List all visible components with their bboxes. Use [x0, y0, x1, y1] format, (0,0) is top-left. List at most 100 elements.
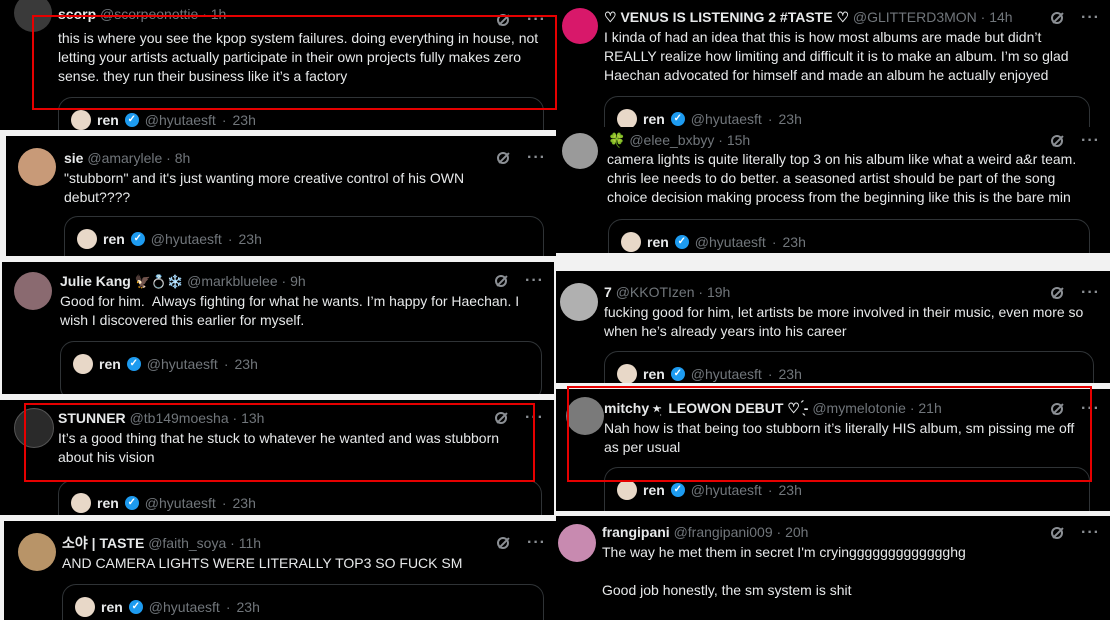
more-options-icon[interactable]: ··· — [1081, 525, 1100, 541]
grok-icon[interactable] — [1051, 287, 1064, 299]
tweet-time[interactable]: 21h — [918, 400, 941, 416]
quote-avatar — [71, 110, 91, 130]
grok-icon[interactable] — [497, 14, 510, 26]
tweet-card[interactable]: frangipani @frangipani009 · 20h ··· The … — [556, 516, 1110, 620]
quote-avatar — [71, 493, 91, 513]
avatar[interactable] — [14, 272, 52, 310]
avatar[interactable] — [14, 0, 52, 32]
quoted-tweet[interactable]: ren ✓ @hyutaesft · 23h — [60, 341, 542, 394]
tweet-card[interactable]: scorp @scorpeonottie · 1h ··· this is wh… — [0, 0, 556, 130]
quoted-tweet[interactable]: ren ✓ @hyutaesft · 23h — [604, 96, 1090, 127]
more-options-icon[interactable]: ··· — [1081, 133, 1100, 149]
tweet-time[interactable]: 11h — [239, 535, 261, 551]
more-options-icon[interactable]: ··· — [1081, 401, 1100, 417]
author-name[interactable]: STUNNER — [58, 410, 126, 426]
grok-icon[interactable] — [1051, 12, 1064, 24]
verified-badge-icon: ✓ — [126, 357, 141, 371]
quoted-tweet[interactable]: ren ✓ @hyutaesft · 23h — [64, 216, 544, 256]
tweet-card[interactable]: ♡ VENUS IS LISTENING 2 #TASTE ♡ @GLITTER… — [556, 0, 1110, 127]
tweet-card[interactable]: STUNNER @tb149moesha · 13h ··· It’s a go… — [0, 400, 554, 515]
author-name[interactable]: Julie Kang — [60, 273, 131, 289]
author-handle[interactable]: @GLITTERD3MON — [853, 9, 977, 25]
verified-badge-icon: ✓ — [670, 112, 685, 126]
tweet-text: I kinda of had an idea that this is how … — [604, 29, 1073, 83]
tweet-time[interactable]: 9h — [290, 273, 306, 289]
tweet-time[interactable]: 15h — [727, 132, 750, 148]
more-options-icon[interactable]: ··· — [527, 535, 546, 551]
verified-badge-icon: ✓ — [124, 496, 139, 510]
name-emoji: 🦅💍❄️ — [134, 274, 184, 289]
tweet-card[interactable]: 7 @KKOTIzen · 19h ··· fucking good for h… — [556, 271, 1110, 383]
verified-badge-icon: ✓ — [670, 367, 685, 381]
tweet-text: Nah how is that being too stubborn it’s … — [604, 420, 1079, 455]
more-options-icon[interactable]: ··· — [1081, 285, 1100, 301]
author-name[interactable]: 🍀 — [608, 132, 625, 148]
avatar[interactable] — [558, 524, 596, 562]
tweet-card[interactable]: Julie Kang 🦅💍❄️ @markbluelee · 9h ··· Go… — [2, 262, 554, 394]
verified-badge-icon: ✓ — [130, 232, 145, 246]
avatar[interactable] — [18, 533, 56, 571]
tweet-text: AND CAMERA LIGHTS WERE LITERALLY TOP3 SO… — [62, 555, 463, 571]
tweet-text: The way he met them in secret I'm crying… — [602, 544, 966, 598]
tweet-time[interactable]: 13h — [241, 410, 264, 426]
author-handle[interactable]: @frangipani009 — [674, 524, 773, 540]
author-handle[interactable]: @tb149moesha — [130, 410, 229, 426]
author-handle[interactable]: @KKOTIzen — [616, 284, 695, 300]
tweet-card[interactable]: 🍀 @elee_bxbyy · 15h ··· camera lights is… — [556, 127, 1110, 253]
avatar[interactable] — [18, 148, 56, 186]
verified-badge-icon: ✓ — [124, 113, 139, 127]
tweet-text: "stubborn" and it's just wanting more cr… — [64, 170, 469, 205]
tweet-time[interactable]: 14h — [989, 9, 1012, 25]
author-handle[interactable]: @markbluelee — [187, 273, 277, 289]
tweet-text: fucking good for him, let artists be mor… — [604, 304, 1088, 339]
tweet-time[interactable]: 1h — [211, 6, 227, 22]
grok-icon[interactable] — [497, 537, 510, 549]
tweet-time[interactable]: 8h — [175, 150, 191, 166]
grok-icon[interactable] — [1051, 403, 1064, 415]
quoted-tweet[interactable]: ren ✓ @hyutaesft · 23h — [608, 219, 1090, 253]
avatar[interactable] — [562, 133, 598, 169]
avatar[interactable] — [560, 283, 598, 321]
tweet-card[interactable]: sie @amarylele · 8h ··· "stubborn" and i… — [6, 136, 556, 256]
more-options-icon[interactable]: ··· — [1081, 10, 1100, 26]
verified-badge-icon: ✓ — [670, 483, 685, 497]
quote-avatar — [617, 480, 637, 500]
quoted-tweet[interactable]: ren ✓ @hyutaesft · 23h — [604, 467, 1090, 511]
author-handle[interactable]: @elee_bxbyy — [629, 132, 714, 148]
avatar[interactable] — [14, 408, 54, 448]
grok-icon[interactable] — [1051, 135, 1064, 147]
quote-avatar — [617, 364, 637, 383]
author-name[interactable]: 소야 | TASTE — [62, 535, 144, 551]
quoted-tweet[interactable]: ren ✓ @hyutaesft · 23h — [58, 97, 544, 130]
author-handle[interactable]: @mymelotonie — [812, 400, 906, 416]
author-name[interactable]: frangipani — [602, 524, 670, 540]
author-handle[interactable]: @faith_soya — [148, 535, 226, 551]
quoted-tweet[interactable]: ren ✓ @hyutaesft · 23h — [62, 584, 544, 620]
tweet-card[interactable]: mitchy ⭒ּ ִ LEOWON DEBUT ♡ ̖́- @mymeloto… — [556, 389, 1110, 511]
author-handle[interactable]: @scorpeonottie — [100, 6, 198, 22]
quote-avatar — [617, 109, 637, 127]
quoted-tweet[interactable]: ren ✓ @hyutaesft · 23h — [604, 351, 1094, 383]
quoted-tweet[interactable]: ren ✓ @hyutaesft · 23h — [58, 480, 542, 515]
verified-badge-icon: ✓ — [128, 600, 143, 614]
author-handle[interactable]: @amarylele — [87, 150, 162, 166]
author-name[interactable]: 7 — [604, 284, 612, 300]
more-options-icon[interactable]: ··· — [525, 410, 544, 426]
quote-avatar — [73, 354, 93, 374]
author-name[interactable]: ♡ VENUS IS LISTENING 2 #TASTE ♡ — [604, 9, 849, 25]
tweet-card[interactable]: 소야 | TASTE @faith_soya · 11h ··· AND CAM… — [4, 521, 556, 620]
avatar[interactable] — [566, 397, 604, 435]
more-options-icon[interactable]: ··· — [527, 150, 546, 166]
tweet-time[interactable]: 20h — [785, 524, 808, 540]
tweet-time[interactable]: 19h — [707, 284, 730, 300]
more-options-icon[interactable]: ··· — [527, 12, 546, 28]
author-name[interactable]: mitchy ⭒ּ ִ LEOWON DEBUT ♡ ̖́- — [604, 400, 808, 416]
grok-icon[interactable] — [1051, 527, 1064, 539]
avatar[interactable] — [562, 8, 598, 44]
grok-icon[interactable] — [497, 152, 510, 164]
author-name[interactable]: sie — [64, 150, 83, 166]
grok-icon[interactable] — [495, 275, 508, 287]
grok-icon[interactable] — [495, 412, 508, 424]
author-name[interactable]: scorp — [58, 6, 96, 22]
more-options-icon[interactable]: ··· — [525, 273, 544, 289]
